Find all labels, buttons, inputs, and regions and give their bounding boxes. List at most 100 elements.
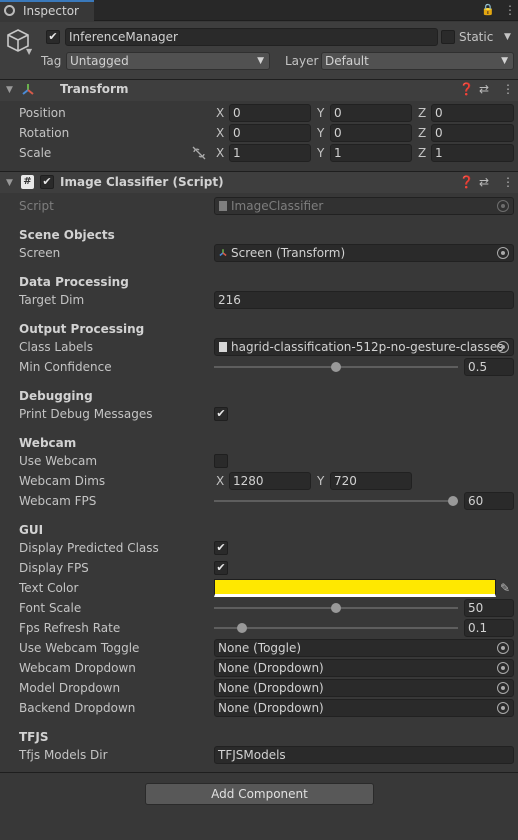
tag-dropdown[interactable]: Untagged ▼ <box>66 52 270 70</box>
name-field[interactable]: InferenceManager <box>65 28 438 46</box>
presets-icon[interactable]: ⇄ <box>479 81 489 97</box>
position-x-field[interactable]: 0 <box>229 104 311 122</box>
position-y-axis[interactable]: Y <box>317 105 324 121</box>
font-scale-slider[interactable] <box>214 603 458 613</box>
min-confidence-slider[interactable] <box>214 362 458 372</box>
slider-knob[interactable] <box>448 496 458 506</box>
use-webcam-toggle-field[interactable]: None (Toggle) <box>214 639 514 657</box>
component-enabled-checkbox[interactable]: ✔ <box>40 175 54 189</box>
position-z-field[interactable]: 0 <box>431 104 514 122</box>
fps-refresh-slider[interactable] <box>214 623 458 633</box>
slider-track <box>214 500 458 502</box>
static-dropdown-icon[interactable]: ▼ <box>504 29 511 45</box>
foldout-arrow-icon[interactable]: ▼ <box>6 82 13 98</box>
scale-y-axis[interactable]: Y <box>317 145 324 161</box>
webcam-heading: Webcam <box>19 436 77 450</box>
webcam-dropdown-label: Webcam Dropdown <box>19 661 136 675</box>
rotation-z-axis[interactable]: Z <box>418 125 426 141</box>
position-z-axis[interactable]: Z <box>418 105 426 121</box>
object-picker-icon[interactable] <box>497 642 509 654</box>
eyedropper-icon[interactable]: ✎ <box>500 580 510 596</box>
slider-knob[interactable] <box>331 362 341 372</box>
position-label: Position <box>19 106 66 120</box>
fps-refresh-field[interactable]: 0.1 <box>464 619 514 637</box>
scale-x-axis[interactable]: X <box>216 145 224 161</box>
menu-dots-icon[interactable]: ⋮ <box>502 174 514 190</box>
object-picker-icon[interactable] <box>497 682 509 694</box>
model-dropdown-value: None (Dropdown) <box>218 681 324 695</box>
webcam-dims-y-field[interactable]: 720 <box>330 472 412 490</box>
help-icon[interactable]: ❓ <box>459 81 474 97</box>
scale-y-field[interactable]: 1 <box>330 144 412 162</box>
class-labels-field[interactable]: hagrid-classification-512p-no-gesture-cl… <box>214 338 514 356</box>
lock-icon[interactable]: 🔒 <box>481 2 495 18</box>
webcam-dims-y-axis[interactable]: Y <box>317 473 324 489</box>
webcam-dropdown-value: None (Dropdown) <box>218 661 324 675</box>
rotation-x-field[interactable]: 0 <box>229 124 311 142</box>
rotation-x-axis[interactable]: X <box>216 125 224 141</box>
constrain-proportions-icon[interactable] <box>192 146 206 160</box>
menu-dots-icon[interactable]: ⋮ <box>504 2 516 18</box>
backend-dropdown-value: None (Dropdown) <box>218 701 324 715</box>
min-confidence-field[interactable]: 0.5 <box>464 358 514 376</box>
scale-z-field[interactable]: 1 <box>431 144 514 162</box>
webcam-dropdown-field[interactable]: None (Dropdown) <box>214 659 514 677</box>
menu-dots-icon[interactable]: ⋮ <box>502 81 514 97</box>
position-y-field[interactable]: 0 <box>330 104 412 122</box>
display-predicted-checkbox[interactable]: ✔ <box>214 541 228 555</box>
text-color-swatch[interactable] <box>214 579 496 597</box>
class-labels-value: hagrid-classification-512p-no-gesture-cl… <box>231 340 504 354</box>
script-field: ImageClassifier <box>214 197 514 215</box>
object-picker-icon[interactable] <box>497 702 509 714</box>
script-value: ImageClassifier <box>231 199 324 213</box>
fps-refresh-label: Fps Refresh Rate <box>19 621 121 635</box>
slider-knob[interactable] <box>331 603 341 613</box>
font-scale-field[interactable]: 50 <box>464 599 514 617</box>
debugging-heading: Debugging <box>19 389 93 403</box>
rotation-y-axis[interactable]: Y <box>317 125 324 141</box>
slider-knob[interactable] <box>237 623 248 633</box>
static-checkbox[interactable] <box>441 30 455 44</box>
scale-label: Scale <box>19 146 52 160</box>
scale-z-axis[interactable]: Z <box>418 145 426 161</box>
foldout-arrow-icon[interactable]: ▼ <box>6 175 13 191</box>
scale-x-field[interactable]: 1 <box>229 144 311 162</box>
rotation-z-field[interactable]: 0 <box>431 124 514 142</box>
object-picker-icon[interactable] <box>497 662 509 674</box>
cube-dropdown-icon[interactable]: ▼ <box>26 44 32 60</box>
target-dim-field[interactable]: 216 <box>214 291 514 309</box>
webcam-fps-label: Webcam FPS <box>19 494 97 508</box>
use-webcam-checkbox[interactable] <box>214 454 228 468</box>
rotation-label: Rotation <box>19 126 70 140</box>
layer-dropdown[interactable]: Default ▼ <box>321 52 514 70</box>
object-picker-icon[interactable] <box>497 247 509 259</box>
object-picker-icon[interactable] <box>497 341 509 353</box>
screen-field[interactable]: Screen (Transform) <box>214 244 514 262</box>
webcam-fps-field[interactable]: 60 <box>464 492 514 510</box>
use-webcam-label: Use Webcam <box>19 454 98 468</box>
backend-dropdown-field[interactable]: None (Dropdown) <box>214 699 514 717</box>
help-icon[interactable]: ❓ <box>459 174 474 190</box>
transform-icon <box>22 84 34 95</box>
active-checkbox[interactable]: ✔ <box>46 30 60 44</box>
min-confidence-label: Min Confidence <box>19 360 112 374</box>
use-webcam-toggle-value: None (Toggle) <box>218 641 302 655</box>
screen-value: Screen (Transform) <box>231 246 346 260</box>
tfjs-dir-field[interactable]: TFJSModels <box>214 746 514 764</box>
chevron-down-icon: ▼ <box>257 56 264 66</box>
webcam-dims-x-field[interactable]: 1280 <box>229 472 311 490</box>
tfjs-heading: TFJS <box>19 730 49 744</box>
webcam-fps-slider[interactable] <box>214 496 458 506</box>
tab-title: Inspector <box>23 4 79 18</box>
scene-objects-heading: Scene Objects <box>19 228 115 242</box>
webcam-dims-x-axis[interactable]: X <box>216 473 224 489</box>
presets-icon[interactable]: ⇄ <box>479 174 489 190</box>
position-x-axis[interactable]: X <box>216 105 224 121</box>
print-debug-checkbox[interactable]: ✔ <box>214 407 228 421</box>
static-label: Static <box>459 30 494 44</box>
model-dropdown-field[interactable]: None (Dropdown) <box>214 679 514 697</box>
add-component-button[interactable]: Add Component <box>145 783 374 805</box>
rotation-y-field[interactable]: 0 <box>330 124 412 142</box>
data-processing-heading: Data Processing <box>19 275 129 289</box>
display-fps-checkbox[interactable]: ✔ <box>214 561 228 575</box>
